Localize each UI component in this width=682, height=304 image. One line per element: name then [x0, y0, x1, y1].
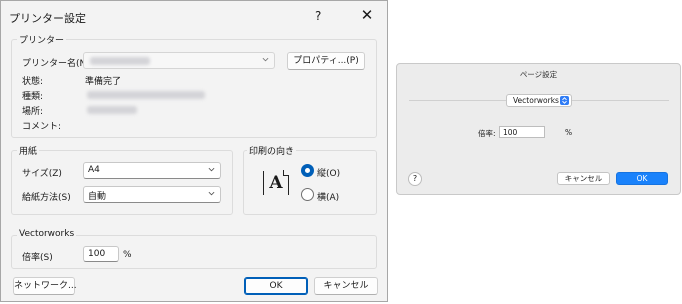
properties-button[interactable]: プロパティ...(P) [287, 52, 365, 70]
paper-source-value: 自動 [88, 192, 107, 202]
settings-popup[interactable]: Vectorworks [506, 94, 572, 107]
vectorworks-group [11, 235, 377, 269]
paper-size-label: サイズ(Z) [22, 169, 62, 179]
network-button[interactable]: ネットワーク... [13, 277, 77, 295]
page-letter: A [269, 173, 283, 193]
portrait-page-icon: A [263, 170, 289, 195]
page-fold-corner [283, 170, 289, 176]
orientation-group-legend: 印刷の向き [247, 144, 297, 157]
status-label: 状態: [22, 77, 44, 87]
status-value: 準備完了 [85, 77, 122, 87]
paper-source-label: 給紙方法(S) [22, 193, 71, 203]
scale-input[interactable]: 100 [83, 246, 119, 262]
landscape-radio[interactable] [301, 188, 314, 201]
help-icon[interactable]: ? [408, 172, 422, 186]
scale-unit: % [123, 250, 132, 260]
printer-group-legend: プリンター [17, 33, 67, 46]
scale-unit: % [565, 128, 573, 137]
scale-input[interactable]: 100 [499, 126, 545, 138]
printer-name-value [90, 57, 150, 65]
close-icon[interactable]: ✕ [357, 5, 377, 25]
comment-label: コメント: [22, 122, 62, 132]
portrait-label[interactable]: 縦(O) [317, 166, 340, 179]
paper-group [11, 150, 233, 215]
landscape-label[interactable]: 横(A) [317, 190, 339, 203]
paper-size-select[interactable]: A4 [83, 162, 221, 179]
printer-name-select[interactable] [83, 52, 275, 69]
popup-stepper-icon [560, 96, 569, 105]
type-label: 種類: [22, 92, 44, 102]
chevron-down-icon [208, 191, 215, 196]
cancel-button[interactable]: キャンセル [314, 277, 378, 295]
paper-size-value: A4 [88, 165, 100, 175]
mac-page-setup-panel: ページ設定 Vectorworks 倍率: 100 % ? キャンセル OK [396, 63, 681, 195]
settings-popup-value: Vectorworks [513, 96, 559, 105]
chevron-down-icon [262, 57, 269, 62]
portrait-radio[interactable] [301, 164, 314, 177]
paper-source-select[interactable]: 自動 [83, 186, 221, 203]
scale-label: 倍率(S) [22, 253, 53, 263]
cancel-button[interactable]: キャンセル [557, 172, 610, 185]
chevron-down-icon [208, 167, 215, 172]
scale-label: 倍率: [478, 129, 496, 138]
printer-setup-dialog: プリンター設定 ? ✕ プリンター プリンター名(N): プロパティ...(P)… [0, 0, 388, 302]
help-icon[interactable]: ? [315, 9, 321, 23]
type-value [87, 91, 205, 99]
ok-button[interactable]: OK [616, 172, 668, 185]
ok-button[interactable]: OK [244, 277, 308, 295]
dialog-title: プリンター設定 [9, 12, 86, 25]
panel-title: ページ設定 [519, 70, 558, 79]
location-label: 場所: [22, 107, 44, 117]
vectorworks-group-legend: Vectorworks [17, 229, 77, 239]
location-value [87, 106, 137, 114]
paper-group-legend: 用紙 [17, 144, 40, 157]
